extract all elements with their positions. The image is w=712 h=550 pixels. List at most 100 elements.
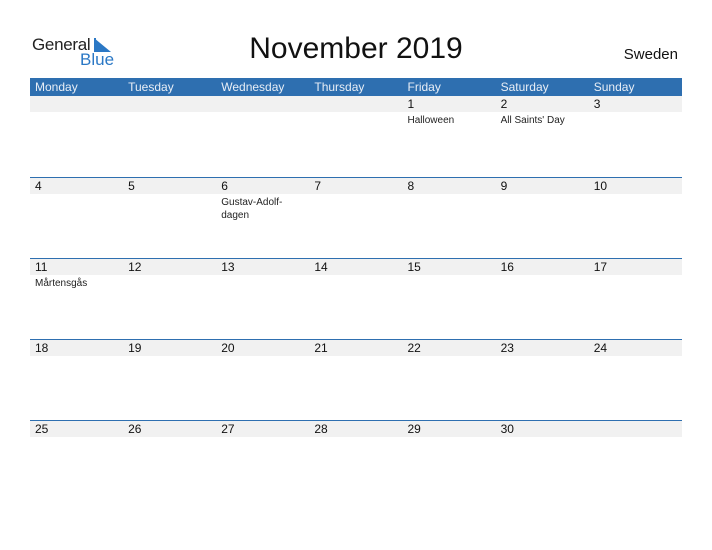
holiday-label	[403, 275, 488, 277]
day-cell: 21	[309, 340, 403, 420]
day-number: 13	[216, 259, 310, 275]
day-number: 11	[30, 259, 124, 275]
day-cell: 5	[123, 178, 217, 258]
holiday-label	[589, 275, 674, 277]
holiday-label	[30, 112, 115, 114]
holiday-label: Mårtensgås	[35, 278, 88, 289]
day-cell: 8	[402, 178, 496, 258]
week-row: 18 19 20 21 22 23 24	[30, 339, 682, 420]
weekday-friday: Friday	[407, 80, 441, 94]
holiday-label	[216, 437, 301, 439]
day-number: 16	[495, 259, 589, 275]
day-number: 15	[402, 259, 496, 275]
holiday-label	[309, 437, 394, 439]
holiday-label	[123, 275, 208, 277]
day-cell: 25	[30, 421, 124, 501]
day-number	[216, 96, 310, 112]
day-cell: 29	[402, 421, 496, 501]
day-cell: 7	[309, 178, 403, 258]
week-row: 25 26 27 28 29 30	[30, 420, 682, 501]
holiday-label	[589, 194, 674, 196]
holiday-label	[216, 275, 301, 277]
day-cell: 27	[216, 421, 310, 501]
day-cell: 14	[309, 259, 403, 339]
weekday-wednesday: Wednesday	[221, 80, 285, 94]
holiday-label	[309, 275, 394, 277]
day-cell: 18	[30, 340, 124, 420]
holiday-label	[589, 356, 674, 358]
holiday-label	[309, 356, 394, 358]
weekday-tuesday: Tuesday	[128, 80, 174, 94]
day-number: 27	[216, 421, 310, 437]
holiday-label	[309, 194, 394, 196]
day-number: 20	[216, 340, 310, 356]
day-number: 23	[495, 340, 589, 356]
weekday-thursday: Thursday	[314, 80, 365, 94]
day-cell: 30	[495, 421, 589, 501]
day-cell: 12	[123, 259, 217, 339]
holiday-label	[30, 194, 115, 196]
day-number: 18	[30, 340, 124, 356]
day-number: 1	[402, 96, 496, 112]
holiday-label: Halloween	[407, 115, 455, 126]
day-cell: 13	[216, 259, 310, 339]
day-number	[30, 96, 124, 112]
day-cell: 26	[123, 421, 217, 501]
day-cell	[123, 96, 217, 177]
day-number: 19	[123, 340, 217, 356]
day-number: 5	[123, 178, 217, 194]
day-cell: 2 All Saints' Day	[495, 96, 589, 177]
day-number: 26	[123, 421, 217, 437]
day-cell: 10	[588, 178, 682, 258]
day-number: 17	[588, 259, 682, 275]
holiday-label	[496, 194, 581, 196]
holiday-label	[403, 194, 488, 196]
holiday-label	[30, 356, 115, 358]
day-cell: 19	[123, 340, 217, 420]
day-cell: 16	[495, 259, 589, 339]
day-number	[123, 96, 217, 112]
day-cell: 6 Gustav-Adolf-dagen	[216, 178, 310, 258]
day-number: 7	[309, 178, 403, 194]
holiday-label	[216, 356, 301, 358]
holiday-label	[123, 437, 208, 439]
day-number: 21	[309, 340, 403, 356]
country-label: Sweden	[623, 46, 678, 63]
holiday-label	[216, 112, 301, 114]
calendar-title: November 2019	[249, 32, 463, 65]
holiday-label	[496, 275, 581, 277]
day-cell: 4	[30, 178, 124, 258]
holiday-label	[403, 437, 488, 439]
day-cell: 15	[402, 259, 496, 339]
day-number: 29	[402, 421, 496, 437]
holiday-label	[123, 194, 208, 196]
week-row: 11 Mårtensgås 12 13 14 15 16 17	[30, 258, 682, 339]
week-row: 1 Halloween 2 All Saints' Day 3	[30, 96, 682, 177]
holiday-label	[123, 112, 208, 114]
day-number: 10	[588, 178, 682, 194]
day-number: 25	[30, 421, 124, 437]
holiday-label	[309, 112, 394, 114]
day-number: 14	[309, 259, 403, 275]
day-cell: 22	[402, 340, 496, 420]
holiday-label	[496, 356, 581, 358]
holiday-label	[589, 437, 674, 439]
day-number: 12	[123, 259, 217, 275]
day-cell: 20	[216, 340, 310, 420]
day-cell: 11 Mårtensgås	[30, 259, 124, 339]
calendar-grid: Monday Tuesday Wednesday Thursday Friday…	[30, 78, 682, 501]
holiday-label: Gustav-Adolf-dagen	[221, 197, 283, 221]
day-cell: 23	[495, 340, 589, 420]
day-number: 30	[495, 421, 589, 437]
day-number: 9	[495, 178, 589, 194]
holiday-label	[496, 437, 581, 439]
day-number: 2	[495, 96, 589, 112]
weekday-saturday: Saturday	[500, 80, 549, 94]
holiday-label	[123, 356, 208, 358]
holiday-label: All Saints' Day	[500, 115, 565, 126]
weekday-header: Monday Tuesday Wednesday Thursday Friday…	[30, 78, 682, 96]
day-cell	[30, 96, 124, 177]
day-cell: 24	[588, 340, 682, 420]
day-number	[309, 96, 403, 112]
day-cell: 1 Halloween	[402, 96, 496, 177]
